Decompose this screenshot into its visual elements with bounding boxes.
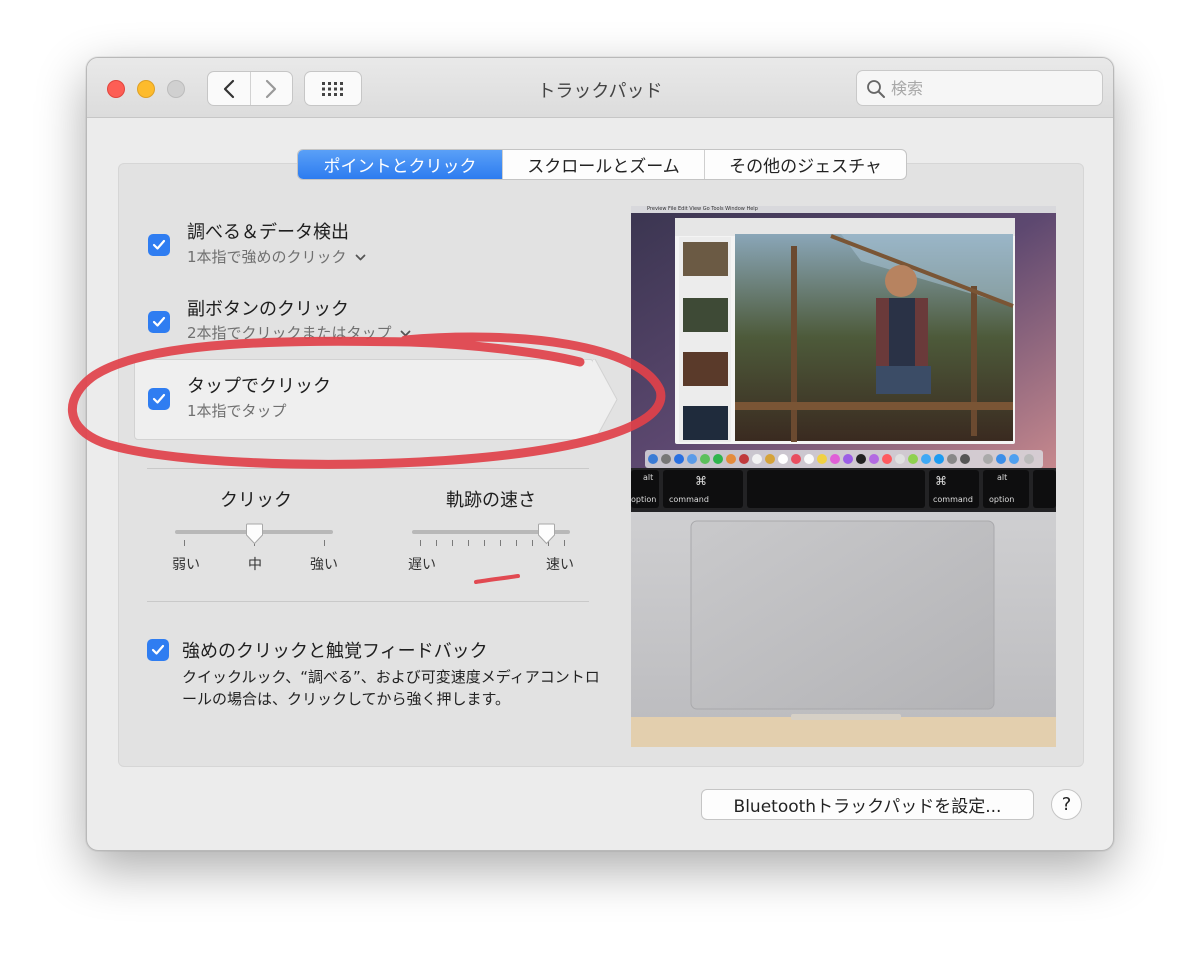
tab-point-and-click[interactable]: ポイントとクリック <box>298 150 502 179</box>
preview-menubar-text: Preview File Edit View Go Tools Window H… <box>647 206 758 212</box>
preview-key-cmd-symbol-left: ⌘ <box>695 474 707 488</box>
click-slider-label-low: 弱い <box>172 557 200 573</box>
help-button[interactable]: ? <box>1051 789 1082 820</box>
secondary-click-checkbox[interactable] <box>148 311 170 333</box>
checkmark-icon <box>151 644 165 655</box>
lookup-title: 調べる＆データ検出 <box>187 222 349 243</box>
lookup-checkbox[interactable] <box>148 234 170 256</box>
tick-mark <box>500 540 501 546</box>
tracking-slider-label-fast: 速い <box>546 557 574 573</box>
force-click-description: クイックルック、“調べる”、および可変速度メディアコントロールの場合は、クリック… <box>182 668 600 708</box>
tick-mark <box>184 540 185 546</box>
lookup-subtitle[interactable]: 1本指で強めのクリック <box>187 246 366 267</box>
preview-key-command-right: command <box>933 495 973 504</box>
tick-mark <box>420 540 421 546</box>
preview-key-cmd-symbol-right: ⌘ <box>935 474 947 488</box>
click-slider-thumb[interactable] <box>245 523 264 545</box>
checkmark-icon <box>152 239 166 250</box>
tap-to-click-subtitle: 1本指でタップ <box>187 402 287 420</box>
tick-mark <box>516 540 517 546</box>
preview-key-option: option <box>631 495 657 504</box>
search-icon <box>867 80 885 98</box>
tap-to-click-title: タップでクリック <box>187 376 331 397</box>
tick-mark <box>468 540 469 546</box>
chevron-down-icon <box>400 330 411 336</box>
secondary-click-title: 副ボタンのクリック <box>187 299 349 320</box>
tick-mark <box>564 540 565 546</box>
click-slider-label-mid: 中 <box>248 557 262 573</box>
tracking-slider-label-slow: 遅い <box>408 557 436 573</box>
selection-arrow <box>593 359 618 440</box>
tab-more-gestures[interactable]: その他のジェスチャ <box>704 150 906 179</box>
preview-key-alt-right: alt <box>997 473 1008 482</box>
tick-mark <box>484 540 485 546</box>
checkmark-icon <box>152 316 166 327</box>
click-slider-title: クリック <box>220 490 292 511</box>
tab-bar: ポイントとクリック スクロールとズーム その他のジェスチャ <box>297 149 907 180</box>
chevron-down-icon <box>355 254 366 260</box>
setup-bluetooth-trackpad-button[interactable]: Bluetoothトラックパッドを設定... <box>701 789 1034 820</box>
tick-mark <box>452 540 453 546</box>
tap-to-click-checkbox[interactable] <box>148 388 170 410</box>
section-divider <box>147 601 589 602</box>
tab-scroll-and-zoom[interactable]: スクロールとズーム <box>502 150 704 179</box>
force-click-title: 強めのクリックと触覚フィードバック <box>182 641 488 662</box>
force-click-checkbox[interactable] <box>147 639 169 661</box>
preview-key-alt: alt <box>643 473 654 482</box>
search-input[interactable] <box>891 76 1091 100</box>
checkmark-icon <box>152 393 166 404</box>
search-field[interactable] <box>856 70 1103 106</box>
title-bar: トラックパッド <box>87 58 1113 118</box>
tracking-slider-thumb[interactable] <box>537 523 556 545</box>
section-divider <box>147 468 589 469</box>
tick-mark <box>324 540 325 546</box>
click-slider-label-high: 強い <box>310 557 338 573</box>
preferences-window: トラックパッド ポイントとクリック スクロールとズーム その他のジェスチャ 調べ… <box>86 57 1114 851</box>
trackpad-preview-image: Preview File Edit View Go Tools Window H… <box>631 206 1056 747</box>
tick-mark <box>532 540 533 546</box>
preview-key-command-left: command <box>669 495 709 504</box>
tracking-slider-title: 軌跡の速さ <box>446 490 536 511</box>
secondary-click-subtitle[interactable]: 2本指でクリックまたはタップ <box>187 322 411 343</box>
tick-mark <box>436 540 437 546</box>
preview-key-option-right: option <box>989 495 1015 504</box>
